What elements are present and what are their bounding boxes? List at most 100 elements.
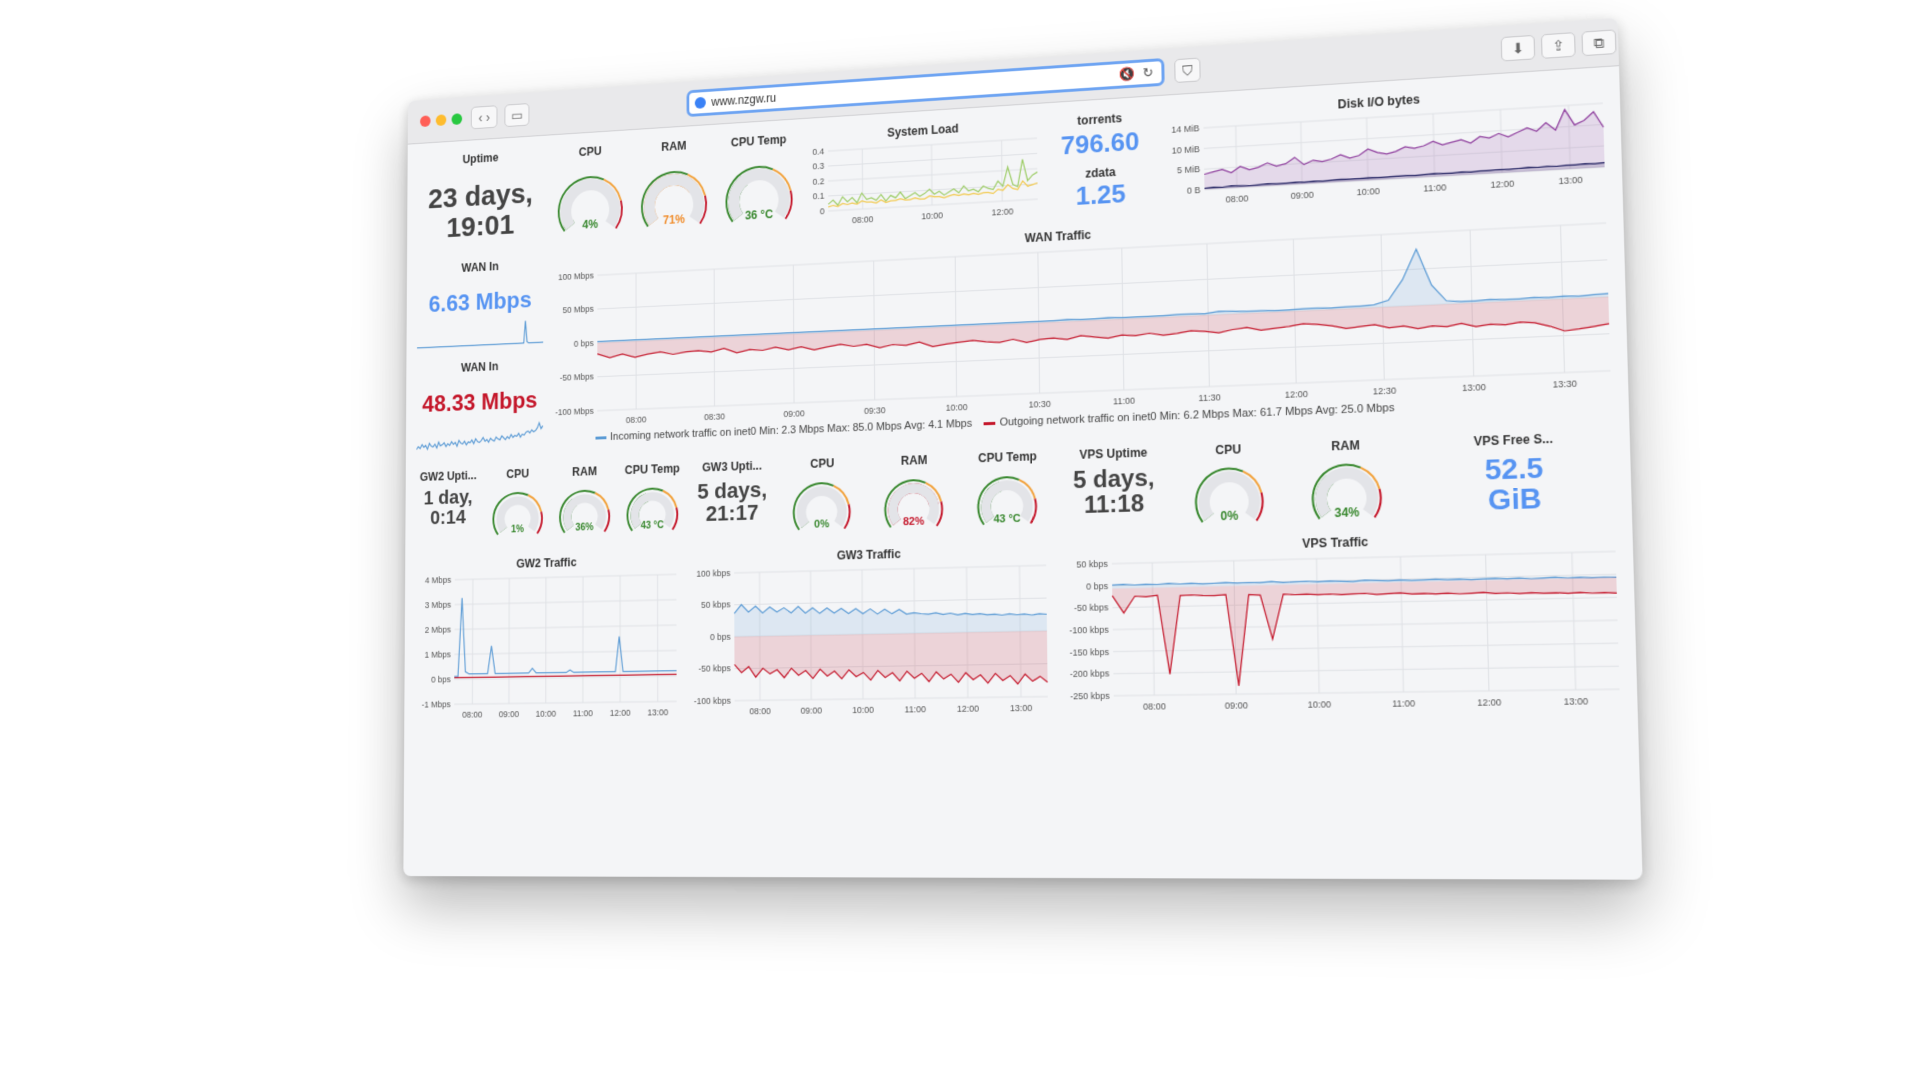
mute-icon[interactable]: 🔇 <box>1119 66 1135 83</box>
reload-icon[interactable]: ↻ <box>1143 65 1154 82</box>
panel-title: CPU <box>779 455 866 472</box>
panel-title: CPU Temp <box>619 461 685 477</box>
system-load-chart: 0.4 0.3 0.2 0.1 0 08:00 10:00 12:00 <box>803 132 1045 232</box>
gauge-value: 0% <box>814 518 830 530</box>
gauge-value: 71% <box>663 212 685 227</box>
y-tick-label: 0 bps <box>710 632 731 642</box>
gridline-h <box>828 184 1037 196</box>
cpu-gauge: 4% <box>554 164 626 240</box>
panel-title: GW3 Upti... <box>689 458 775 475</box>
gauge-value: 34% <box>1334 505 1360 520</box>
x-tick-label: 13:00 <box>1010 703 1032 714</box>
panel-title: CPU <box>551 143 630 161</box>
browser-window: ‹ › ▭ www.nzgw.ru 🔇 ↻ ⛉ ⬇ ⇪ ⧉ Uptime 23 … <box>403 18 1642 880</box>
panel-title: CPU <box>1172 441 1284 459</box>
series-area-1 <box>734 631 1047 688</box>
x-tick-label: 10:00 <box>921 210 943 221</box>
gridline-h <box>1113 666 1618 673</box>
x-tick-label: 09:00 <box>783 408 804 419</box>
shield-icon: ⛉ <box>1182 62 1193 80</box>
y-tick-label: 0 <box>820 206 825 216</box>
x-tick-label: 12:00 <box>957 703 979 713</box>
ram-panel: RAM 71% <box>634 131 715 241</box>
gw3-ram-gauge: 82% <box>881 470 945 533</box>
back-button[interactable]: ‹ › <box>471 105 498 129</box>
gw2-traffic-panel: GW2 Traffic 4 Mbps 3 Mbps 2 Mbps 1 Mbps 0 bp… <box>411 547 684 726</box>
panel-title: RAM <box>870 452 959 469</box>
cpu-temp-gauge: 36 °C <box>722 153 797 230</box>
vps-traffic-chart: 50 kbps0 bps-50 kbps-100 kbps-150 kbps-2… <box>1060 545 1629 717</box>
zoom-window-button[interactable] <box>452 113 463 125</box>
gw3-traffic-panel: GW3 Traffic 100 kbps 50 kbps 0 bps -50 kbps… <box>689 537 1056 723</box>
panel-title: CPU Temp <box>718 132 800 151</box>
downloads-button[interactable]: ⬇ <box>1501 35 1536 62</box>
uptime-line2: 11:18 <box>1059 490 1169 519</box>
x-tick-label: 12:00 <box>1490 178 1514 190</box>
gridline-h <box>454 701 676 704</box>
gridline-v <box>1002 140 1003 201</box>
gw2-cpu-panel: CPU 1% <box>485 460 550 548</box>
x-tick-label: 09:00 <box>801 705 823 715</box>
wan-in-value-1: 6.63 Mbps <box>414 287 547 317</box>
gw2-ram-gauge: 36% <box>557 481 612 538</box>
y-tick-label: 0.1 <box>813 191 825 201</box>
x-tick-label: 08:00 <box>626 414 647 425</box>
y-tick-label: 2 Mbps <box>425 625 452 635</box>
y-tick-label: 14 MiB <box>1171 123 1199 135</box>
vps-free-value: 52.5 GiB <box>1407 450 1623 518</box>
y-tick-label: -100 kbps <box>1069 624 1109 635</box>
series-line-0 <box>454 593 676 676</box>
x-tick-label: 12:00 <box>1285 389 1308 400</box>
tabs-button[interactable]: ⧉ <box>1581 29 1616 56</box>
y-tick-label: -50 kbps <box>698 664 731 674</box>
vps-uptime-value: 5 days, 11:18 <box>1059 465 1170 519</box>
cpu-panel: CPU 4% <box>551 137 631 246</box>
x-tick-label: 12:30 <box>1373 385 1397 396</box>
wan-in-value-2: 48.33 Mbps <box>413 388 547 417</box>
sidebar-toggle-button[interactable]: ▭ <box>504 103 529 127</box>
uptime-line1: 5 days, <box>1059 465 1169 494</box>
y-tick-label: 4 Mbps <box>425 575 452 585</box>
y-tick-label: -50 kbps <box>1074 603 1109 614</box>
x-tick-label: 11:30 <box>1198 392 1220 403</box>
series-line-0 <box>416 423 543 450</box>
y-tick-label: 0 bps <box>574 338 594 349</box>
scene: ‹ › ▭ www.nzgw.ru 🔇 ↻ ⛉ ⬇ ⇪ ⧉ Uptime 23 … <box>0 0 1920 1080</box>
close-window-button[interactable] <box>420 115 431 127</box>
y-tick-label: 50 Mbps <box>563 304 595 315</box>
series-line-0 <box>828 159 1038 206</box>
gw2-ram-panel: RAM 36% <box>552 458 618 547</box>
shield-button[interactable]: ⛉ <box>1174 58 1200 84</box>
share-button[interactable]: ⇪ <box>1541 32 1576 59</box>
gauge-value: 36 °C <box>745 207 774 222</box>
x-tick-label: 13:00 <box>1564 696 1589 707</box>
minimize-window-button[interactable] <box>436 114 447 126</box>
x-tick-label: 13:00 <box>647 707 668 717</box>
y-tick-label: 0.4 <box>812 146 824 156</box>
panel-title: WAN In <box>413 358 546 377</box>
panel-title: GW2 Upti... <box>413 468 484 484</box>
x-tick-label: 13:00 <box>1462 382 1486 393</box>
panel-title: RAM <box>552 464 617 480</box>
wan-in-panel-2: WAN In 48.33 Mbps <box>413 352 547 456</box>
y-tick-label: 100 kbps <box>696 568 731 579</box>
gridline-h <box>597 371 1610 411</box>
gauge-value: 1% <box>511 524 524 535</box>
gridline-h <box>454 650 676 654</box>
gridline-h <box>1113 643 1618 651</box>
gw2-uptime-panel: GW2 Upti... 1 day, 0:14 <box>412 463 483 551</box>
sidebar-icon: ▭ <box>511 107 523 124</box>
gridline-h <box>1112 597 1616 607</box>
ram-gauge: 71% <box>637 158 710 235</box>
gauge-value: 4% <box>582 217 598 231</box>
tabs-icon: ⧉ <box>1593 34 1604 52</box>
vps-uptime-panel: VPS Uptime 5 days, 11:18 <box>1058 439 1169 533</box>
x-tick-label: 08:00 <box>749 706 770 716</box>
x-tick-label: 11:00 <box>905 704 926 714</box>
gridline-h <box>1114 689 1620 696</box>
x-tick-label: 09:30 <box>864 405 886 416</box>
gw3-cpu-gauge: 0% <box>790 473 853 536</box>
vps-traffic-panel: VPS Traffic 50 kbps 0 bps -50 kbps -100 kbp… <box>1060 522 1629 719</box>
x-tick-label: 08:00 <box>462 710 482 720</box>
gw2-traffic-chart: 4 Mbps 3 Mbps 2 Mbps 1 Mbps 0 bps -1 Mbps 08:0… <box>411 568 684 724</box>
